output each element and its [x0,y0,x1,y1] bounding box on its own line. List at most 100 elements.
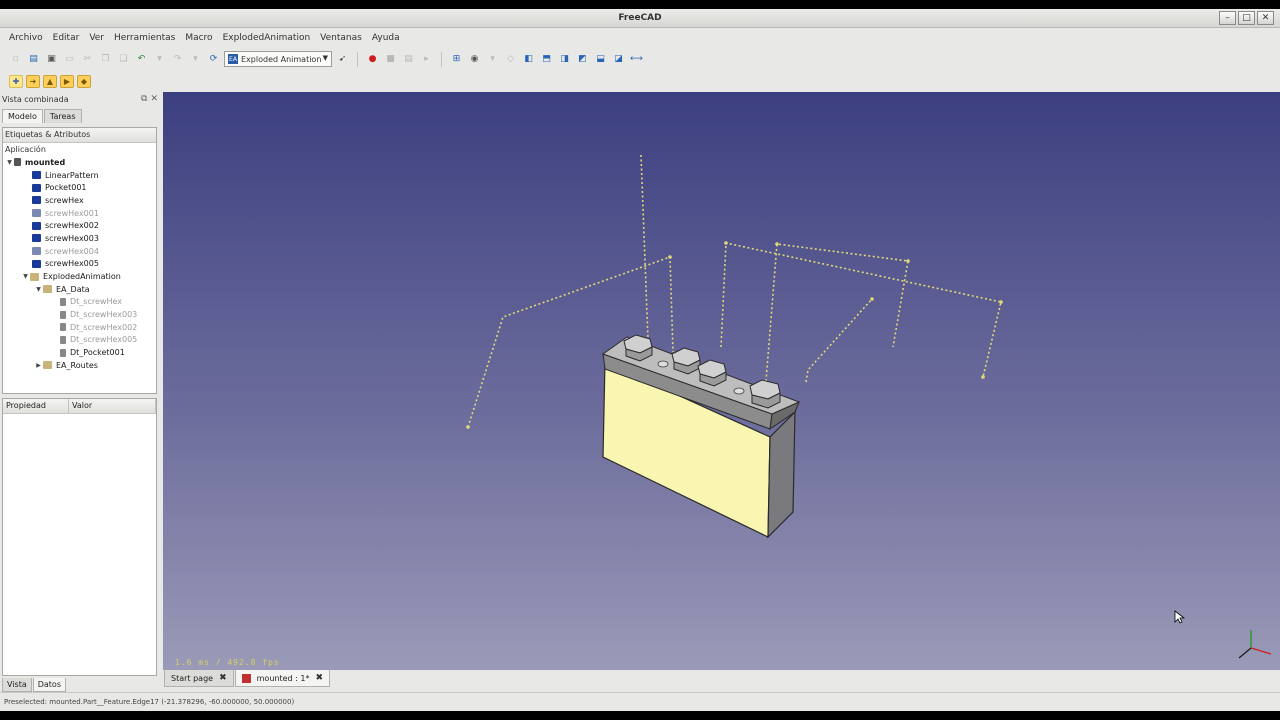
workbench-logo-icon: EA [228,54,238,64]
expand-arrow-icon[interactable]: ▼ [5,159,14,166]
menu-bar: Archivo Editar Ver Herramientas Macro Ex… [0,29,1280,46]
expand-arrow-icon[interactable]: ▼ [34,286,43,293]
toolbar-separator [441,51,442,67]
freecad-document-icon [241,673,251,683]
close-tab-icon[interactable]: ✖ [315,673,323,683]
add-route-icon[interactable]: ➜ [26,74,40,88]
route-line [640,154,649,341]
tree-item[interactable]: Dt_screwHex005 [3,334,156,347]
tree-item[interactable]: screwHex002 [3,219,156,232]
freecad-window: FreeCAD – □ ✕ Archivo Editar Ver Herrami… [0,9,1280,711]
close-panel-icon[interactable]: ✕ [150,94,158,104]
menu-exploded-animation[interactable]: ExplodedAnimation [218,33,316,43]
3d-view[interactable]: 1.6 ms / 492.8 fps [163,92,1280,670]
tree-item-mounted[interactable]: ▼ mounted [3,156,156,169]
right-view-icon[interactable]: ◨ [557,52,572,67]
menu-ver[interactable]: Ver [84,33,109,43]
draw-style-icon[interactable]: ◉ [467,52,482,67]
redo-icon[interactable]: ↷ [170,52,185,67]
folder-icon [43,361,52,370]
rear-view-icon[interactable]: ◩ [575,52,590,67]
top-view-icon[interactable]: ⬒ [539,52,554,67]
tree-item[interactable]: Dt_Pocket001 [3,346,156,359]
document-icon [14,158,21,167]
print-icon[interactable]: ▭ [62,52,77,67]
tab-modelo[interactable]: Modelo [2,109,43,123]
value-column-header[interactable]: Valor [69,399,156,413]
fit-all-icon[interactable]: ⊞ [449,52,464,67]
maximize-button[interactable]: □ [1238,11,1255,25]
play-animation-icon[interactable]: ▶ [60,74,74,88]
paste-icon[interactable]: ❏ [116,52,131,67]
menu-archivo[interactable]: Archivo [4,33,48,43]
float-panel-icon[interactable]: ⧉ [141,94,147,104]
tree-item[interactable]: Pocket001 [3,181,156,194]
whats-this-icon[interactable]: ➹ [335,52,350,67]
folder-icon [43,285,52,294]
window-title: FreeCAD [618,13,662,23]
tab-tareas[interactable]: Tareas [43,109,82,123]
bottom-view-icon[interactable]: ⬓ [593,52,608,67]
close-tab-icon[interactable]: ✖ [219,673,227,683]
draw-style-dropdown-icon[interactable]: ▾ [485,52,500,67]
isometric-view-icon[interactable]: ◇ [503,52,518,67]
tree-item-ea-routes[interactable]: ▶ EA_Routes [3,359,156,372]
part-icon [32,259,41,268]
expand-arrow-icon[interactable]: ▼ [21,273,30,280]
data-object-icon [60,335,66,344]
tree-item[interactable]: screwHex001 [3,207,156,220]
tree-item[interactable]: Dt_screwHex002 [3,321,156,334]
tree-item-exploded-animation[interactable]: ▼ ExplodedAnimation [3,270,156,283]
minimize-button[interactable]: – [1219,11,1236,25]
tab-mounted[interactable]: mounted : 1* ✖ [234,670,331,687]
part-icon [32,221,41,230]
undo-dropdown-icon[interactable]: ▾ [152,52,167,67]
redo-dropdown-icon[interactable]: ▾ [188,52,203,67]
tab-vista[interactable]: Vista [2,678,32,692]
copy-icon[interactable]: ❐ [98,52,113,67]
menu-herramientas[interactable]: Herramientas [109,33,180,43]
tab-datos[interactable]: Datos [32,678,66,692]
tab-start-page[interactable]: Start page ✖ [164,670,234,687]
save-icon[interactable]: ▣ [44,52,59,67]
left-view-icon[interactable]: ◪ [611,52,626,67]
window-controls: – □ ✕ [1219,11,1274,25]
chevron-down-icon: ▼ [322,54,328,62]
part-icon [32,183,41,192]
animation-settings-icon[interactable]: ◆ [77,74,91,88]
tree-item[interactable]: screwHex [3,194,156,207]
tree-item[interactable]: Dt_screwHex [3,296,156,309]
tree-item[interactable]: Dt_screwHex003 [3,308,156,321]
expand-arrow-icon[interactable]: ▶ [34,362,43,369]
add-object-icon[interactable]: ▲ [43,74,57,88]
data-object-icon [60,297,66,306]
menu-editar[interactable]: Editar [48,33,85,43]
main-toolbar: ▫ ▤ ▣ ▭ ✂ ❐ ❏ ↶ ▾ ↷ ▾ ⟳ EA Exploded Anim… [0,48,1280,70]
create-animation-icon[interactable]: ✚ [9,74,23,88]
tree-item[interactable]: screwHex004 [3,245,156,258]
tree-item[interactable]: screwHex003 [3,232,156,245]
tree-item[interactable]: screwHex005 [3,258,156,271]
macro-run-icon[interactable]: ▸ [419,52,434,67]
measure-distance-icon[interactable]: ⟷ [629,52,644,67]
data-object-icon [60,323,66,332]
front-view-icon[interactable]: ◧ [521,52,536,67]
menu-ayuda[interactable]: Ayuda [367,33,405,43]
data-object-icon [60,310,66,319]
workbench-selector[interactable]: EA Exploded Animation ▼ [224,51,332,67]
menu-ventanas[interactable]: Ventanas [315,33,367,43]
tree-item-ea-data[interactable]: ▼ EA_Data [3,283,156,296]
refresh-icon[interactable]: ⟳ [206,52,221,67]
macro-edit-icon[interactable]: ▤ [401,52,416,67]
macro-stop-icon[interactable]: ■ [383,52,398,67]
property-column-header[interactable]: Propiedad [3,399,69,413]
new-file-icon[interactable]: ▫ [8,52,23,67]
cut-icon[interactable]: ✂ [80,52,95,67]
menu-macro[interactable]: Macro [180,33,217,43]
undo-icon[interactable]: ↶ [134,52,149,67]
fps-counter: 1.6 ms / 492.8 fps [175,658,280,667]
tree-item[interactable]: LinearPattern [3,169,156,182]
open-file-icon[interactable]: ▤ [26,52,41,67]
close-button[interactable]: ✕ [1257,11,1274,25]
macro-record-icon[interactable]: ● [365,52,380,67]
